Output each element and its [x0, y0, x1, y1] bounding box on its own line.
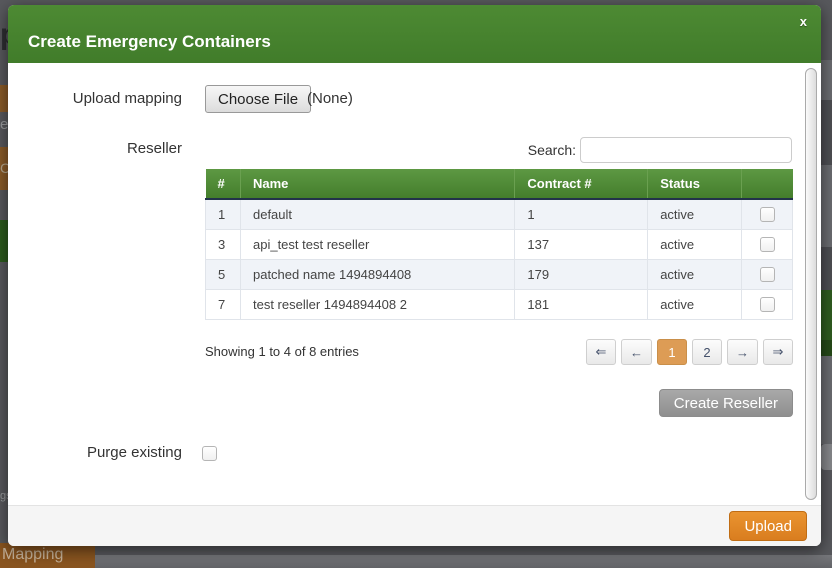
file-status-text: (None) — [307, 90, 353, 107]
reseller-table: # Name Contract # Status 1 default 1 act… — [205, 169, 793, 320]
background-band — [821, 60, 832, 100]
cell-name: test reseller 1494894408 2 — [240, 289, 514, 319]
column-header-contract[interactable]: Contract # — [515, 169, 648, 199]
dialog-footer: Upload — [8, 505, 821, 546]
column-header-select — [742, 169, 793, 199]
purge-existing-checkbox[interactable] — [202, 446, 217, 461]
cell-contract: 181 — [515, 289, 648, 319]
reseller-label: Reseller — [8, 140, 182, 157]
cell-name: default — [240, 199, 514, 229]
table-row: 5 patched name 1494894408 179 active — [206, 259, 793, 289]
cell-contract: 1 — [515, 199, 648, 229]
table-row: 1 default 1 active — [206, 199, 793, 229]
cell-id: 3 — [206, 229, 241, 259]
dialog-title: Create Emergency Containers — [28, 32, 801, 52]
table-summary: Showing 1 to 4 of 8 entries — [205, 344, 359, 359]
create-reseller-button[interactable]: Create Reseller — [659, 389, 793, 417]
table-row: 3 api_test test reseller 137 active — [206, 229, 793, 259]
dialog-header: Create Emergency Containers x — [8, 5, 821, 63]
pagination-first-button[interactable]: ⇐ — [586, 339, 616, 365]
cell-contract: 137 — [515, 229, 648, 259]
row-select-checkbox[interactable] — [760, 267, 775, 282]
table-row: 7 test reseller 1494894408 2 181 active — [206, 289, 793, 319]
search-label: Search: — [444, 142, 576, 158]
cell-name: patched name 1494894408 — [240, 259, 514, 289]
pagination-page-1-button[interactable]: 1 — [657, 339, 687, 365]
upload-mapping-label: Upload mapping — [8, 90, 182, 107]
background-text-fragment: p — [0, 18, 8, 58]
background-band — [821, 100, 832, 165]
background-orange-block: C — [0, 147, 8, 190]
background-band — [821, 290, 832, 340]
dialog-body: Upload mapping Choose File (None) Resell… — [8, 63, 821, 505]
cell-contract: 179 — [515, 259, 648, 289]
scrollbar-thumb[interactable] — [805, 68, 817, 500]
pagination-next-button[interactable]: → — [727, 339, 758, 365]
column-header-name[interactable]: Name — [240, 169, 514, 199]
background-green-block — [0, 220, 8, 262]
pagination: ⇐ ← 1 2 → ⇒ — [586, 339, 793, 365]
cell-id: 1 — [206, 199, 241, 229]
row-select-checkbox[interactable] — [760, 237, 775, 252]
screen: p e C gs Mapping Create Emergency Contai… — [0, 0, 832, 568]
background-orange-block — [0, 85, 8, 112]
table-header-row: # Name Contract # Status — [206, 169, 793, 199]
background-text-fragment: e — [0, 116, 8, 136]
choose-file-button[interactable]: Choose File — [205, 85, 311, 113]
cell-status: active — [648, 229, 742, 259]
cell-name: api_test test reseller — [240, 229, 514, 259]
pagination-prev-button[interactable]: ← — [621, 339, 652, 365]
cell-id: 5 — [206, 259, 241, 289]
create-emergency-containers-dialog: Create Emergency Containers x Upload map… — [8, 5, 821, 546]
background-text-fragment: gs — [0, 490, 8, 514]
background-band — [821, 165, 832, 247]
background-band — [821, 356, 832, 444]
background-band — [821, 444, 832, 470]
search-input[interactable] — [580, 137, 792, 163]
background-band — [821, 247, 832, 290]
pagination-last-button[interactable]: ⇒ — [763, 339, 793, 365]
pagination-page-2-button[interactable]: 2 — [692, 339, 722, 365]
cell-status: active — [648, 259, 742, 289]
background-mapping-tab: Mapping — [0, 543, 95, 568]
cell-status: active — [648, 199, 742, 229]
row-select-checkbox[interactable] — [760, 297, 775, 312]
column-header-number[interactable]: # — [206, 169, 241, 199]
background-band — [821, 340, 832, 356]
row-select-checkbox[interactable] — [760, 207, 775, 222]
cell-id: 7 — [206, 289, 241, 319]
upload-button[interactable]: Upload — [729, 511, 807, 541]
purge-existing-label: Purge existing — [8, 444, 182, 461]
cell-status: active — [648, 289, 742, 319]
background-bottom-bar — [95, 555, 832, 568]
close-icon[interactable]: x — [800, 15, 807, 29]
column-header-status[interactable]: Status — [648, 169, 742, 199]
